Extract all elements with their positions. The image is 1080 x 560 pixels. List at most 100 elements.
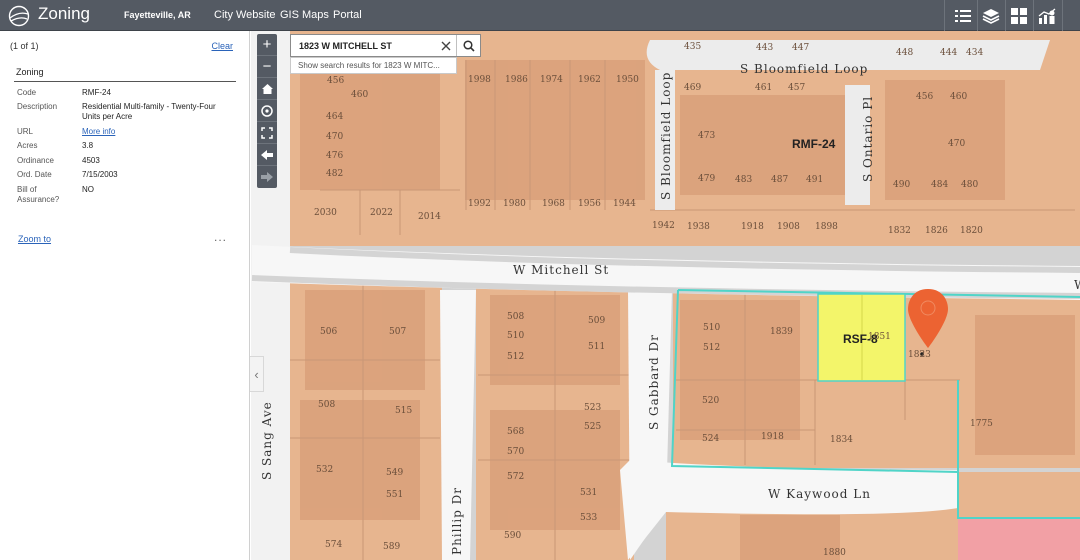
address-label: 509	[588, 316, 605, 326]
search-icon	[463, 39, 475, 52]
attr-label-description: Description	[17, 102, 58, 111]
search-suggestion[interactable]: Show search results for 1823 W MITC...	[290, 57, 457, 74]
address-label: 515	[395, 406, 412, 416]
zoom-in-button[interactable]: +	[257, 34, 277, 56]
address-label: 568	[507, 427, 524, 437]
layers-button[interactable]	[979, 4, 1003, 28]
previous-extent-button[interactable]	[257, 144, 277, 166]
header-divider	[944, 0, 945, 31]
zoom-to-link[interactable]: Zoom to	[18, 234, 51, 244]
search-input[interactable]	[291, 35, 437, 56]
address-label: 469	[684, 83, 701, 93]
more-actions-button[interactable]: ...	[214, 230, 227, 244]
address-label: 1820	[960, 226, 983, 236]
close-icon	[441, 41, 451, 50]
address-label: 520	[702, 396, 719, 406]
plus-icon: +	[262, 36, 272, 53]
zoom-out-button[interactable]: −	[257, 56, 277, 78]
search-box	[290, 34, 481, 57]
address-label: 2014	[418, 212, 441, 222]
address-label: 1898	[815, 222, 838, 232]
address-label: 460	[950, 92, 967, 102]
attr-value-acres: 3.8	[82, 141, 94, 150]
clear-button[interactable]: Clear	[211, 41, 233, 51]
address-label: 2030	[314, 208, 337, 218]
fullscreen-icon	[261, 126, 273, 139]
basemap-gallery-button[interactable]	[1007, 4, 1031, 28]
header-divider	[977, 0, 978, 31]
header-divider	[1005, 0, 1006, 31]
address-label: 473	[698, 131, 715, 141]
street-label: Phillip Dr	[450, 487, 464, 555]
attr-value-ordinance: 4503	[82, 156, 100, 165]
address-label: 456	[916, 92, 933, 102]
address-label: 551	[386, 490, 403, 500]
address-label: 1944	[613, 199, 636, 209]
address-label: 1880	[823, 548, 846, 558]
locate-button[interactable]	[257, 100, 277, 122]
address-label: 508	[507, 312, 524, 322]
address-label: 1938	[687, 222, 710, 232]
address-label: 470	[326, 132, 343, 142]
address-label: 1851	[868, 332, 891, 342]
city-website-link[interactable]: City Website	[214, 9, 276, 21]
header-divider	[1033, 0, 1034, 31]
address-label: 456	[327, 76, 344, 86]
address-label: 1962	[578, 75, 601, 85]
search-button[interactable]	[456, 35, 480, 56]
zone-area-east[interactable]	[958, 472, 1080, 518]
address-label: 1956	[578, 199, 601, 209]
street-label: W Mitchell St	[513, 263, 609, 277]
address-label: 1986	[505, 75, 528, 85]
portal-link[interactable]: Portal	[333, 9, 362, 21]
address-label: 510	[507, 331, 524, 341]
address-label: 510	[703, 323, 720, 333]
map-view[interactable]: RMF-24 RSF-8 S Bloomfield Loop S Bloomfi…	[251, 31, 1080, 560]
attr-label-bill-of-assurance: Bill of Assurance?	[17, 185, 60, 204]
address-label: 1950	[616, 75, 639, 85]
address-label: 470	[948, 139, 965, 149]
map-canvas[interactable]: RMF-24 RSF-8 S Bloomfield Loop S Bloomfi…	[251, 31, 1080, 560]
grid-icon	[1011, 8, 1027, 24]
address-label: 524	[702, 434, 719, 444]
home-button[interactable]	[257, 78, 277, 100]
attr-label-ord-date: Ord. Date	[17, 170, 52, 179]
app-header: Zoning Fayetteville, AR City Website GIS…	[0, 0, 1080, 31]
feature-info-panel: (1 of 1) Clear Zoning Code RMF-24 Descri…	[0, 31, 250, 560]
chart-people-icon	[1038, 8, 1056, 24]
address-label: 482	[326, 169, 343, 179]
address-label: 444	[940, 48, 957, 58]
address-label: 525	[584, 422, 601, 432]
address-label: 506	[320, 327, 337, 337]
address-label: 447	[792, 43, 809, 53]
address-label: 1968	[542, 199, 565, 209]
minus-icon: −	[262, 58, 272, 75]
attr-label-code: Code	[17, 88, 37, 97]
collapse-panel-button[interactable]: ‹	[250, 356, 264, 392]
address-label: 480	[961, 180, 978, 190]
address-label: 1992	[468, 199, 491, 209]
address-label: 1974	[540, 75, 563, 85]
address-label: 483	[735, 175, 752, 185]
address-label: 511	[588, 342, 605, 352]
locate-icon	[261, 104, 273, 117]
address-label: 461	[755, 83, 772, 93]
next-extent-button[interactable]	[257, 166, 277, 188]
address-label: 464	[326, 112, 343, 122]
address-label: 523	[584, 403, 601, 413]
zone-area-pink[interactable]	[958, 518, 1080, 560]
clear-search-button[interactable]	[436, 35, 456, 56]
address-label: 490	[893, 180, 910, 190]
fullscreen-button[interactable]	[257, 122, 277, 144]
more-info-link[interactable]: More info	[82, 127, 232, 137]
analysis-button[interactable]	[1036, 4, 1060, 28]
app-title: Zoning	[38, 4, 90, 23]
address-label: 457	[788, 83, 805, 93]
gis-maps-link[interactable]: GIS Maps	[280, 9, 329, 21]
map-toolbar: + −	[257, 34, 277, 188]
result-count: (1 of 1)	[10, 41, 39, 51]
legend-list-button[interactable]	[951, 4, 975, 28]
address-label: 574	[325, 540, 342, 550]
address-label: 484	[931, 180, 948, 190]
address-label: 1980	[503, 199, 526, 209]
